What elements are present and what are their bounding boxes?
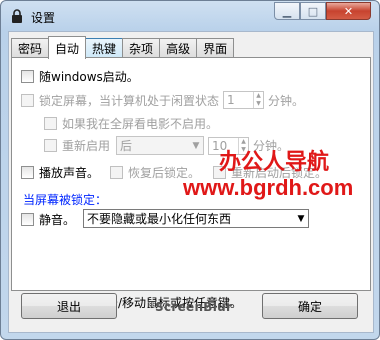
chevron-down-icon: ▼ bbox=[297, 213, 305, 224]
lock-minutes-spinner[interactable]: 1 ▲ ▼ bbox=[223, 91, 265, 109]
window-option-value: 不要隐藏或最小化任何东西 bbox=[87, 212, 232, 226]
startup-option[interactable]: 随windows启动。 bbox=[21, 68, 139, 85]
tab-hotkey[interactable]: 热键 bbox=[85, 38, 124, 58]
window-title: 设置 bbox=[31, 11, 56, 25]
close-button[interactable]: ✕ bbox=[326, 2, 371, 20]
lock-minutes-value: 1 bbox=[227, 93, 235, 107]
mute-option[interactable]: 静音。 bbox=[21, 211, 75, 228]
tab-bar: 密码 自动 热键 杂项 高级 界面 bbox=[11, 36, 235, 59]
minimize-icon: ▁ bbox=[282, 4, 292, 18]
window-option-row: 不要隐藏或最小化任何东西 ▼ bbox=[83, 209, 309, 228]
tab-password[interactable]: 密码 bbox=[11, 38, 50, 58]
brand-label: ScreenBlur bbox=[155, 300, 233, 314]
reenable-label: 重新启用 bbox=[62, 139, 111, 153]
lock-label: 锁定屏幕，当计算机处于闲置状态 bbox=[39, 93, 220, 108]
reenable-select[interactable]: 后 ▼ bbox=[116, 136, 205, 155]
tab-interface[interactable]: 界面 bbox=[196, 38, 235, 58]
ok-button[interactable]: 确定 bbox=[262, 293, 358, 319]
reenable-select-value: 后 bbox=[120, 139, 133, 153]
tab-misc[interactable]: 杂项 bbox=[122, 38, 161, 58]
lock-icon bbox=[12, 9, 22, 23]
mute-checkbox[interactable] bbox=[21, 213, 34, 226]
lock-option[interactable]: 锁定屏幕，当计算机处于闲置状态 1 ▲ ▼ 分钟。 bbox=[21, 91, 304, 109]
tab-advanced[interactable]: 高级 bbox=[159, 38, 198, 58]
startup-label: 随windows启动。 bbox=[39, 70, 139, 84]
sound-checkbox[interactable] bbox=[21, 166, 34, 179]
settings-window: 设置 ▁ □ ✕ 密码 自动 热键 杂项 高级 界面 随windows启动。 锁… bbox=[0, 0, 380, 340]
chevron-down-icon: ▼ bbox=[192, 140, 200, 151]
lock-checkbox[interactable] bbox=[21, 93, 34, 107]
sound-option[interactable]: 播放声音。 bbox=[21, 164, 99, 181]
mute-label: 静音。 bbox=[39, 213, 76, 227]
spinner-arrows-icon[interactable]: ▲ ▼ bbox=[253, 92, 263, 108]
fullscreen-option[interactable]: 如果我在全屏看电影不启用。 bbox=[44, 115, 218, 132]
when-locked-heading: 当屏幕被锁定： bbox=[23, 193, 108, 207]
sound-label: 播放声音。 bbox=[39, 166, 100, 180]
restore-lock-checkbox[interactable] bbox=[110, 166, 123, 179]
close-icon: ✕ bbox=[343, 4, 354, 18]
tab-auto[interactable]: 自动 bbox=[48, 36, 87, 59]
watermark-title: 办公人导航 bbox=[219, 150, 330, 175]
lock-minutes-unit: 分钟。 bbox=[268, 93, 305, 108]
watermark-url: www.bgrdh.com bbox=[183, 175, 354, 200]
title-bar[interactable]: 设置 ▁ □ ✕ bbox=[1, 1, 379, 31]
fullscreen-label: 如果我在全屏看电影不启用。 bbox=[62, 117, 219, 131]
reenable-checkbox[interactable] bbox=[44, 139, 57, 152]
window-option-select[interactable]: 不要隐藏或最小化任何东西 ▼ bbox=[83, 209, 309, 228]
maximize-icon: □ bbox=[307, 4, 319, 18]
exit-button[interactable]: 退出 bbox=[21, 293, 117, 319]
startup-checkbox[interactable] bbox=[21, 70, 34, 83]
maximize-button[interactable]: □ bbox=[300, 2, 326, 20]
minimize-button[interactable]: ▁ bbox=[274, 2, 300, 20]
fullscreen-checkbox[interactable] bbox=[44, 117, 57, 130]
